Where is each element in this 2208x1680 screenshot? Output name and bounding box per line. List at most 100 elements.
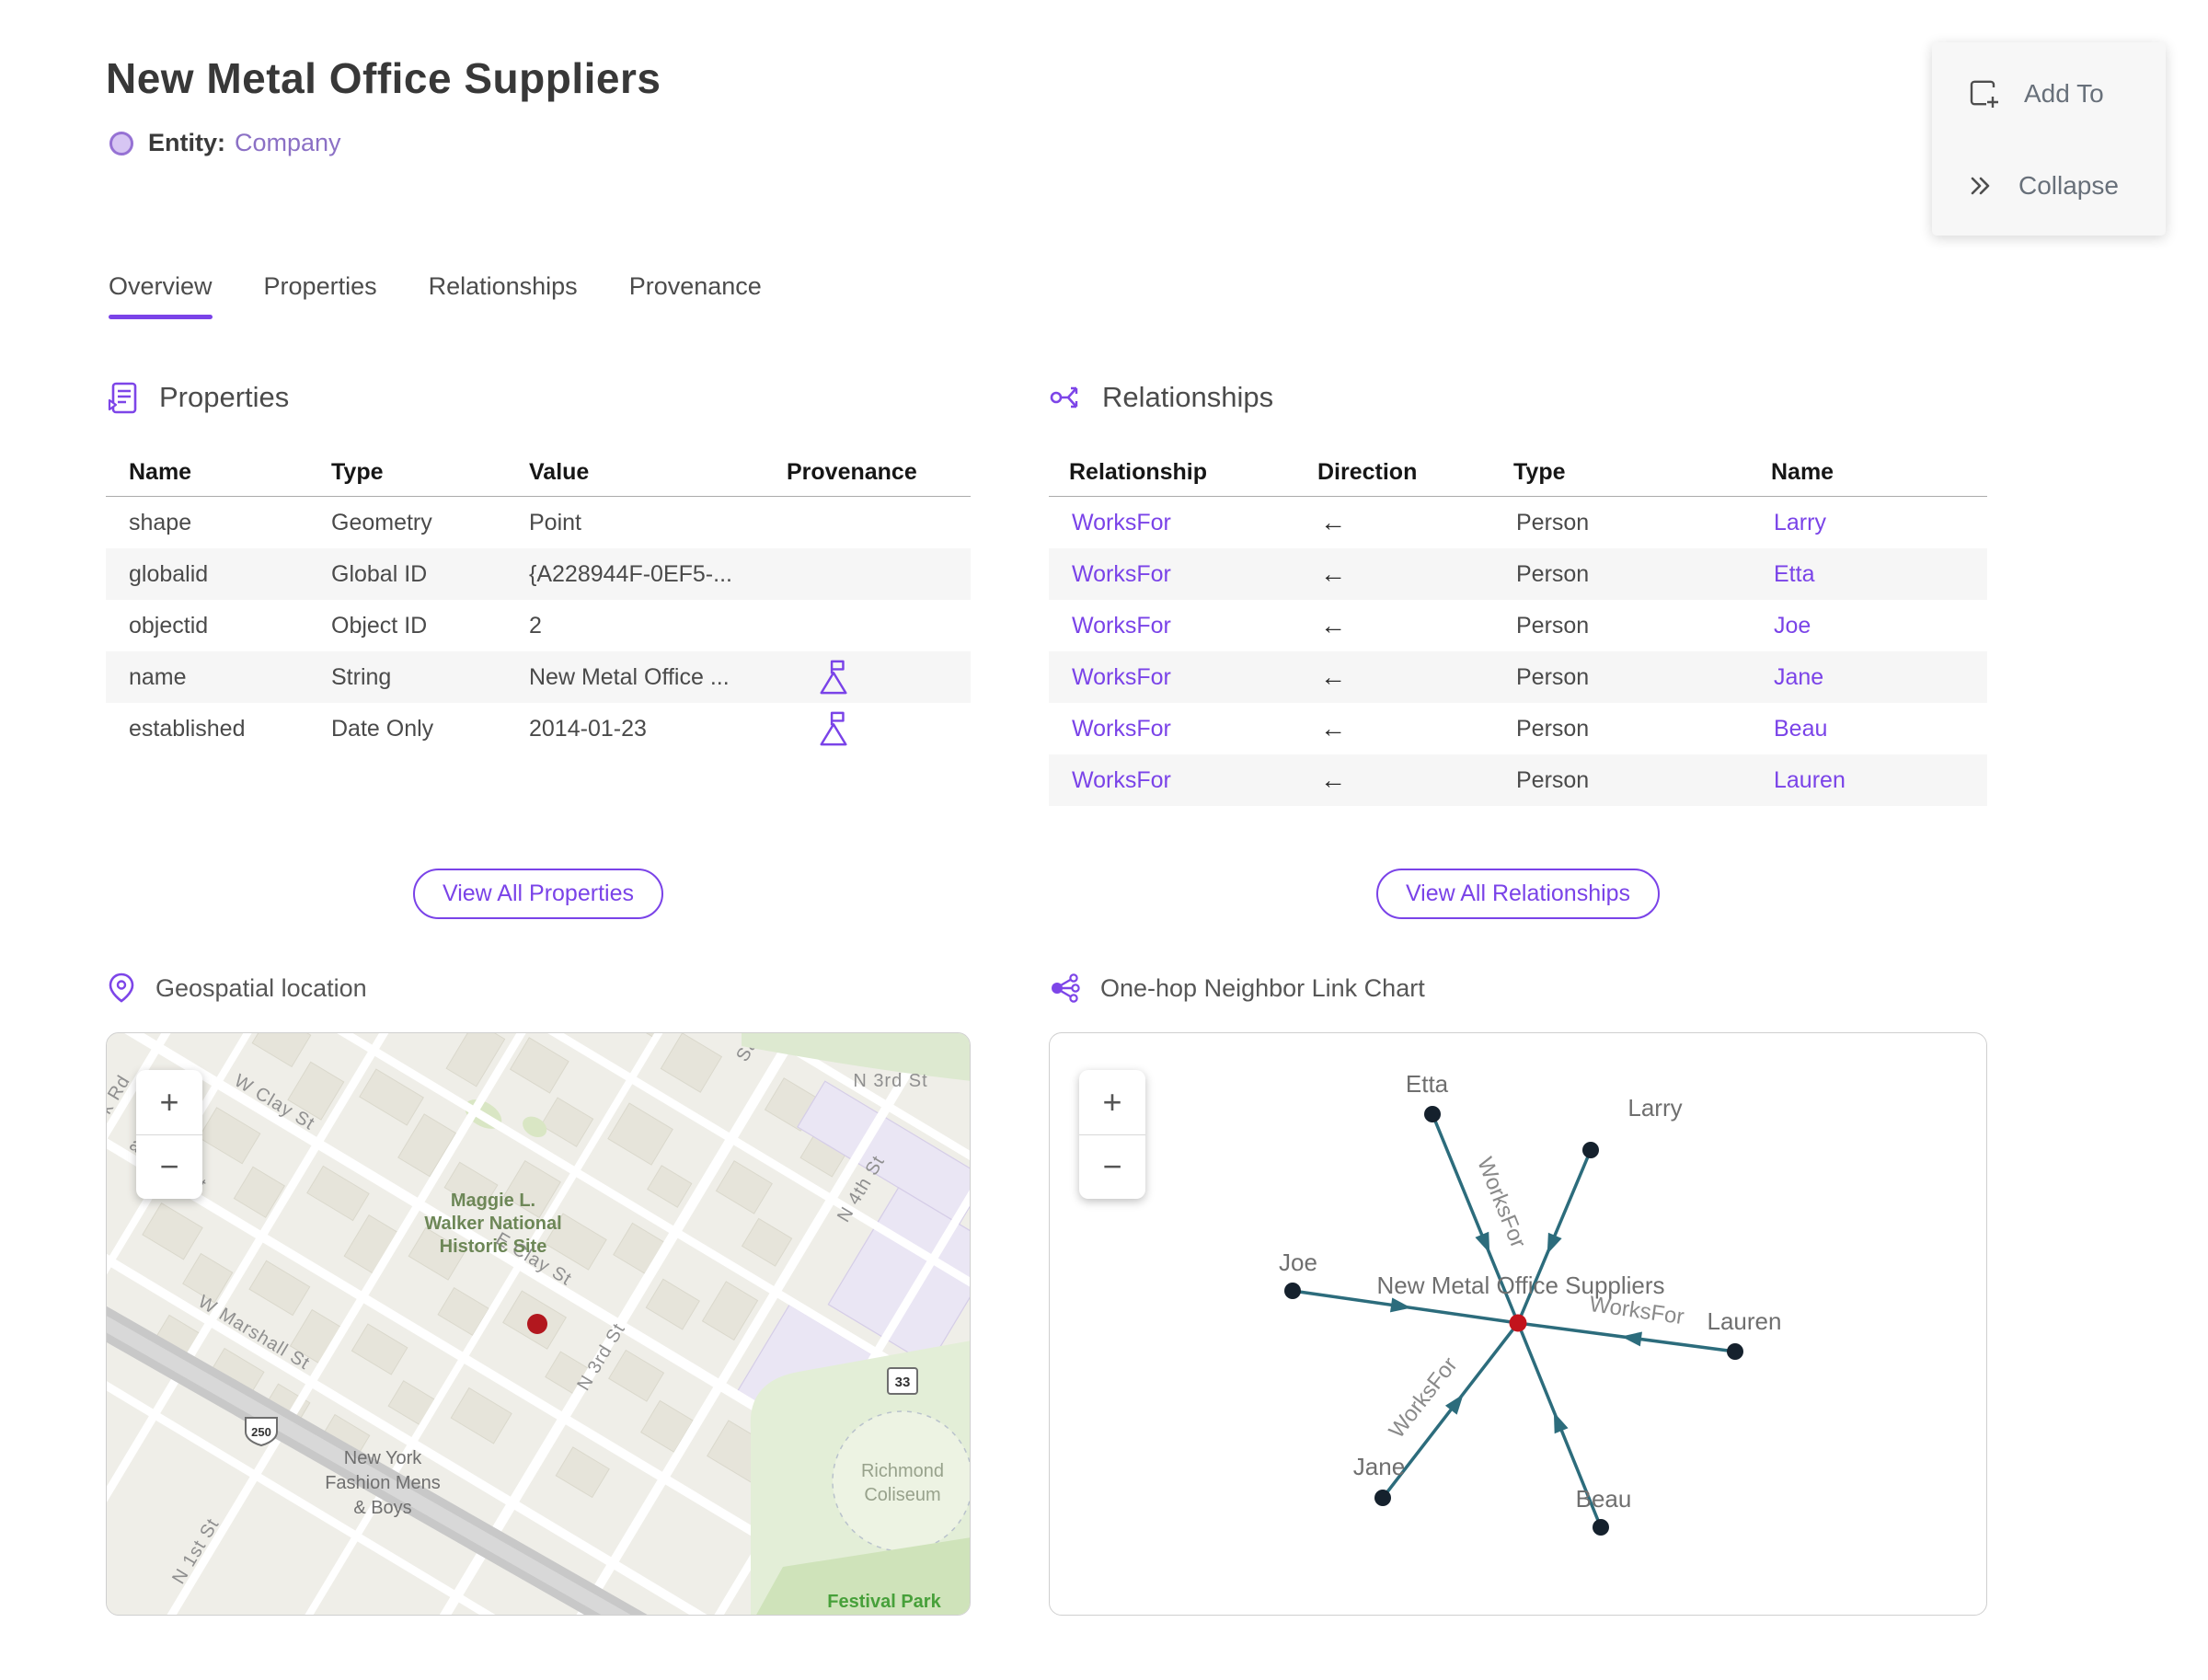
link-chart: WorksFor WorksFor WorksFor Etta Larry Jo… — [1279, 1070, 1782, 1536]
tab-overview[interactable]: Overview — [109, 272, 213, 319]
col-name: Name — [1771, 459, 1834, 485]
map-zoom-in-button[interactable]: + — [136, 1070, 202, 1135]
page-title: New Metal Office Suppliers — [106, 54, 661, 102]
entity-type-value: Company — [235, 129, 341, 156]
actions-card: Add To Collapse — [1932, 42, 2166, 236]
relationships-table: Relationship Direction Type Name WorksFo… — [1049, 449, 1987, 806]
col-provenance: Provenance — [787, 459, 917, 485]
table-row: WorksFor ← Person Etta — [1049, 548, 1987, 600]
edge-label: WorksFor — [1385, 1352, 1463, 1443]
node-label: Beau — [1576, 1485, 1632, 1513]
add-to-icon — [1970, 80, 1998, 108]
relationship-link[interactable]: WorksFor — [1049, 561, 1297, 588]
col-type: Type — [331, 459, 384, 485]
link-chart-icon — [1052, 973, 1080, 1003]
properties-table: Name Type Value Provenance shape Geometr… — [106, 449, 971, 754]
entity-label: Entity: — [148, 129, 225, 156]
view-all-relationships-button[interactable]: View All Relationships — [1375, 869, 1661, 919]
add-to-button[interactable]: Add To — [1965, 72, 2166, 116]
map-zoom-out-button[interactable]: − — [136, 1135, 202, 1200]
properties-section-title: Properties — [159, 381, 290, 413]
svg-text:33: 33 — [895, 1375, 911, 1390]
direction-arrow: ← — [1320, 662, 1346, 691]
relationship-link[interactable]: WorksFor — [1049, 613, 1297, 639]
geospatial-section-header: Geospatial location — [106, 968, 367, 1008]
entity-link[interactable]: Joe — [1751, 613, 1987, 639]
table-row: WorksFor ← Person Beau — [1049, 703, 1987, 754]
linkchart-zoom-out-button[interactable]: − — [1079, 1135, 1145, 1200]
basemap: W Clay St E Clay St arshall St W Marshal… — [107, 1033, 970, 1615]
node-label: Larry — [1627, 1094, 1682, 1122]
link-chart-panel[interactable]: + − WorksFor WorksFor WorksFor Etta Larr… — [1049, 1032, 1987, 1616]
col-name: Name — [129, 459, 192, 485]
map-panel[interactable]: + − W Clay St E Clay St W Marshall St N … — [106, 1032, 971, 1616]
entity-link[interactable]: Etta — [1751, 561, 1987, 588]
entity-type-icon — [109, 131, 133, 155]
relationship-link[interactable]: WorksFor — [1049, 767, 1297, 794]
poi-label: Coliseum — [864, 1485, 940, 1505]
relationships-icon — [1050, 386, 1078, 408]
entity-link[interactable]: Larry — [1751, 510, 1987, 536]
direction-arrow: ← — [1320, 611, 1346, 639]
col-relationship: Relationship — [1069, 459, 1208, 485]
view-all-properties-button[interactable]: View All Properties — [413, 869, 663, 919]
poi-label: Festival Park — [827, 1592, 941, 1612]
entity-link[interactable]: Lauren — [1751, 767, 1987, 794]
table-row: objectid Object ID 2 — [129, 612, 542, 639]
relationship-link[interactable]: WorksFor — [1049, 664, 1297, 691]
node-joe[interactable] — [1284, 1283, 1301, 1299]
poi-label: Fashion Mens — [325, 1473, 441, 1493]
linkchart-section-header: One-hop Neighbor Link Chart — [1049, 968, 1425, 1008]
direction-arrow: ← — [1320, 765, 1346, 794]
col-direction: Direction — [1317, 459, 1418, 485]
entity-link[interactable]: Beau — [1751, 716, 1987, 742]
relationship-link[interactable]: WorksFor — [1049, 716, 1297, 742]
poi-label: Historic Site — [440, 1237, 547, 1257]
provenance-flag-icon[interactable] — [816, 658, 851, 696]
table-row: established Date Only 2014-01-23 — [106, 703, 971, 754]
table-row: globalid Global ID {A228944F-0EF5-... — [106, 548, 971, 600]
linkchart-section-title: One-hop Neighbor Link Chart — [1100, 973, 1425, 1002]
node-etta[interactable] — [1424, 1106, 1441, 1122]
tab-relationships[interactable]: Relationships — [429, 272, 578, 319]
linkchart-zoom-in-button[interactable]: + — [1079, 1070, 1145, 1135]
entity-location-dot[interactable] — [527, 1314, 547, 1334]
direction-arrow: ← — [1320, 508, 1346, 536]
geospatial-section-title: Geospatial location — [155, 973, 367, 1002]
svg-text:250: 250 — [251, 1425, 271, 1439]
poi-label: Walker National — [424, 1214, 561, 1234]
node-jane[interactable] — [1374, 1490, 1391, 1506]
entity-row: Entity: Company — [109, 129, 341, 157]
col-value: Value — [529, 459, 590, 485]
node-larry[interactable] — [1582, 1142, 1599, 1158]
table-row: name String New Metal Office ... — [106, 651, 971, 703]
relationships-section-header: Relationships — [1049, 377, 1987, 418]
properties-section-header: Properties — [106, 377, 971, 418]
collapse-button[interactable]: Collapse — [1965, 164, 2166, 208]
linkchart-zoom-control: + − — [1079, 1070, 1145, 1199]
node-lauren[interactable] — [1727, 1343, 1743, 1360]
relationship-link[interactable]: WorksFor — [1049, 510, 1297, 536]
poi-label: New York — [344, 1448, 422, 1468]
center-node-label: New Metal Office Suppliers — [1376, 1272, 1664, 1299]
node-label: Lauren — [1708, 1307, 1782, 1335]
properties-icon — [108, 382, 137, 414]
entity-link[interactable]: Jane — [1751, 664, 1987, 691]
direction-arrow: ← — [1320, 559, 1346, 588]
relationships-table-header: Relationship Direction Type Name — [1049, 449, 1987, 497]
provenance-flag-icon[interactable] — [816, 709, 851, 748]
poi-label: & Boys — [353, 1498, 411, 1518]
tab-properties[interactable]: Properties — [264, 272, 377, 319]
table-row: shape Geometry Point — [129, 509, 581, 535]
table-row: WorksFor ← Person Larry — [1049, 497, 1987, 548]
poi-label: Maggie L. — [451, 1191, 535, 1211]
double-chevron-right-icon — [1971, 177, 1990, 195]
node-label: Etta — [1406, 1070, 1449, 1098]
map-pin-icon — [109, 972, 134, 1003]
relationships-section-title: Relationships — [1102, 381, 1274, 413]
node-center-entity[interactable] — [1509, 1314, 1527, 1332]
tab-provenance[interactable]: Provenance — [629, 272, 762, 319]
direction-arrow: ← — [1320, 714, 1346, 742]
route-shield-33: 33 — [887, 1367, 918, 1395]
node-beau[interactable] — [1593, 1519, 1609, 1536]
